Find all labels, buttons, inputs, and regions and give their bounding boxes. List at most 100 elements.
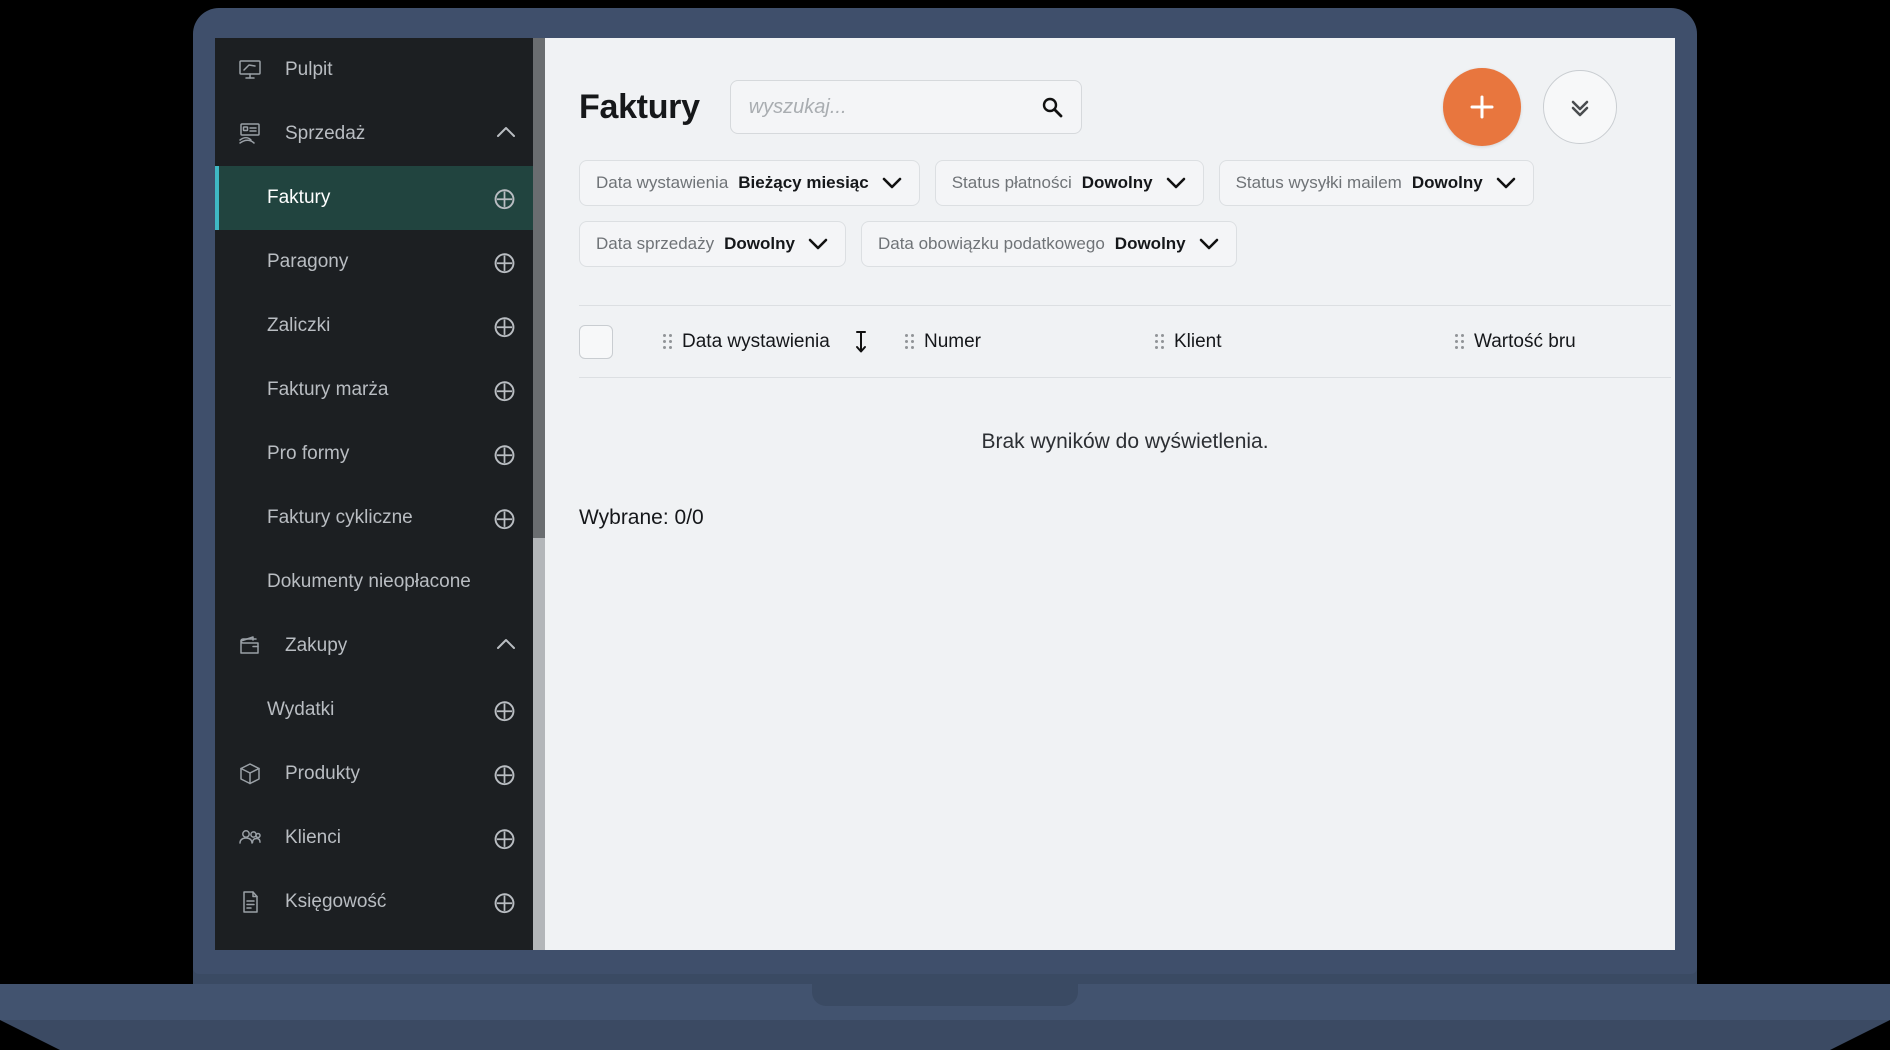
- sidebar-item-label: Faktury cykliczne: [267, 507, 413, 528]
- column-header-date[interactable]: Data wystawienia: [663, 331, 843, 352]
- wallet-icon: [233, 633, 267, 659]
- search-icon[interactable]: [1041, 96, 1063, 118]
- sidebar-scrollbar-thumb[interactable]: [533, 538, 545, 950]
- sidebar-item-label: Faktury: [267, 187, 331, 208]
- sidebar-item-label: Dokumenty nieopłacone: [267, 571, 471, 592]
- filter-label: Status płatności: [951, 173, 1072, 192]
- search-box[interactable]: [729, 80, 1082, 134]
- sales-hand-icon: [233, 121, 267, 147]
- add-item-icon[interactable]: ⨁: [494, 316, 515, 337]
- sidebar-item-zakupy[interactable]: Zakupy: [215, 614, 545, 678]
- sidebar-item-label: Produkty: [285, 763, 360, 784]
- sidebar-item-produkty[interactable]: Produkty ⨁: [215, 742, 545, 806]
- add-item-icon[interactable]: ⨁: [494, 764, 515, 785]
- add-invoice-button[interactable]: [1443, 68, 1521, 146]
- sidebar-item-faktury[interactable]: Faktury ⨁: [215, 166, 545, 230]
- add-item-icon[interactable]: ⨁: [494, 700, 515, 721]
- filter-value: Dowolny: [1081, 173, 1153, 192]
- add-item-icon[interactable]: ⨁: [494, 188, 515, 209]
- laptop-bezel: Pulpit Sprzedaż Faktury ⨁ Paragony ⨁ Zaliczki ⨁…: [193, 8, 1697, 974]
- app-window: Pulpit Sprzedaż Faktury ⨁ Paragony ⨁ Zaliczki ⨁…: [215, 38, 1675, 950]
- sidebar: Pulpit Sprzedaż Faktury ⨁ Paragony ⨁ Zaliczki ⨁…: [215, 38, 545, 950]
- chevron-up-icon[interactable]: [495, 123, 517, 145]
- sidebar-item-label: Sprzedaż: [285, 123, 366, 144]
- sidebar-item-paragony[interactable]: Paragony ⨁: [215, 230, 545, 294]
- chevron-down-icon: [881, 176, 903, 190]
- filter-bar: Data wystawienia Bieżący miesiąc Status pł…: [545, 148, 1555, 267]
- sidebar-item-label: Pulpit: [285, 59, 333, 80]
- people-icon: [233, 825, 267, 851]
- filter-chip-0[interactable]: Data wystawienia Bieżący miesiąc: [579, 160, 920, 206]
- sidebar-item-pro-formy[interactable]: Pro formy ⨁: [215, 422, 545, 486]
- add-item-icon[interactable]: ⨁: [494, 252, 515, 273]
- filter-chip-4[interactable]: Data obowiązku podatkowego Dowolny: [860, 221, 1237, 267]
- drag-handle-icon[interactable]: [905, 334, 914, 349]
- chevron-down-icon: [1495, 176, 1517, 190]
- sort-toggle-icon[interactable]: [853, 329, 869, 355]
- sidebar-item-dokumenty-nieopłacone[interactable]: Dokumenty nieopłacone: [215, 550, 545, 614]
- sidebar-item-faktury-cykliczne[interactable]: Faktury cykliczne ⨁: [215, 486, 545, 550]
- filter-value: Dowolny: [1411, 173, 1483, 192]
- select-all-checkbox[interactable]: [579, 324, 613, 359]
- column-header-gross-value[interactable]: Wartość bru: [1455, 331, 1576, 353]
- sidebar-item-pulpit[interactable]: Pulpit: [215, 38, 545, 102]
- column-label-client: Klient: [1174, 330, 1222, 352]
- filter-chip-1[interactable]: Status płatności Dowolny: [934, 160, 1204, 206]
- sidebar-item-faktury-marża[interactable]: Faktury marża ⨁: [215, 358, 545, 422]
- sidebar-item-label: Klienci: [285, 827, 341, 848]
- sidebar-item-klienci[interactable]: Klienci ⨁: [215, 806, 545, 870]
- empty-state-message: Brak wyników do wyświetlenia.: [981, 430, 1269, 453]
- drag-handle-icon[interactable]: [1155, 334, 1164, 349]
- chevron-down-icon: [1165, 176, 1187, 190]
- column-label-date: Data wystawienia: [682, 330, 830, 352]
- drag-handle-icon[interactable]: [1455, 334, 1464, 349]
- sidebar-item-zaliczki[interactable]: Zaliczki ⨁: [215, 294, 545, 358]
- sidebar-item-sprzedaż[interactable]: Sprzedaż: [215, 102, 545, 166]
- laptop-mockup: Pulpit Sprzedaż Faktury ⨁ Paragony ⨁ Zaliczki ⨁…: [0, 0, 1890, 1050]
- monitor-icon: [233, 57, 267, 83]
- box-icon: [233, 761, 267, 787]
- sidebar-nav-list: Pulpit Sprzedaż Faktury ⨁ Paragony ⨁ Zaliczki ⨁…: [215, 38, 545, 950]
- filter-chip-2[interactable]: Status wysyłki mailem Dowolny: [1218, 160, 1534, 206]
- column-header-client[interactable]: Klient: [1155, 331, 1455, 353]
- sidebar-item-label: Księgowość: [285, 891, 387, 912]
- filter-label: Data sprzedaży: [596, 234, 715, 253]
- header-actions: [1443, 68, 1617, 146]
- selected-count-label: Wybrane: 0/0: [579, 506, 704, 529]
- expand-options-button[interactable]: [1543, 70, 1617, 144]
- add-item-icon[interactable]: ⨁: [494, 380, 515, 401]
- column-label-gross-value: Wartość bru: [1474, 330, 1576, 352]
- filter-label: Data wystawienia: [596, 173, 729, 192]
- add-item-icon[interactable]: ⨁: [494, 828, 515, 849]
- add-item-icon[interactable]: ⨁: [494, 444, 515, 465]
- search-input[interactable]: [748, 95, 1041, 119]
- laptop-screen: Pulpit Sprzedaż Faktury ⨁ Paragony ⨁ Zaliczki ⨁…: [215, 38, 1675, 950]
- filter-label: Data obowiązku podatkowego: [877, 234, 1105, 253]
- drag-handle-icon[interactable]: [663, 333, 672, 349]
- filter-label: Status wysyłki mailem: [1235, 173, 1402, 192]
- sidebar-item-księgowość[interactable]: Księgowość ⨁: [215, 870, 545, 934]
- sidebar-item-wydatki[interactable]: Wydatki ⨁: [215, 678, 545, 742]
- chevron-down-icon: [1198, 237, 1220, 251]
- laptop-trackpad-notch: [812, 984, 1078, 1006]
- add-item-icon[interactable]: ⨁: [494, 508, 515, 529]
- double-chevron-down-icon: [1565, 92, 1595, 122]
- sidebar-item-label: Zakupy: [285, 635, 348, 656]
- sidebar-scrollbar-track[interactable]: [533, 38, 545, 950]
- column-header-number[interactable]: Numer: [905, 331, 1155, 353]
- chevron-down-icon: [807, 237, 829, 251]
- page-title: Faktury: [579, 87, 700, 126]
- plus-icon: [1465, 90, 1499, 124]
- table-header-row: Data wystawienia Numer Klient Wartość br…: [579, 306, 1671, 378]
- sidebar-item-zestawienia[interactable]: Zestawienia: [215, 934, 545, 950]
- filter-value: Bieżący miesiąc: [738, 173, 869, 192]
- sidebar-item-label: Faktury marża: [267, 379, 389, 400]
- document-icon: [233, 889, 267, 915]
- chevron-up-icon[interactable]: [495, 635, 517, 657]
- invoice-table: Data wystawienia Numer Klient Wartość br…: [545, 305, 1675, 530]
- sidebar-item-label: Zaliczki: [267, 315, 331, 336]
- add-item-icon[interactable]: ⨁: [494, 892, 515, 913]
- sidebar-item-label: Pro formy: [267, 443, 350, 464]
- filter-chip-3[interactable]: Data sprzedaży Dowolny: [579, 221, 846, 267]
- column-label-number: Numer: [924, 330, 982, 352]
